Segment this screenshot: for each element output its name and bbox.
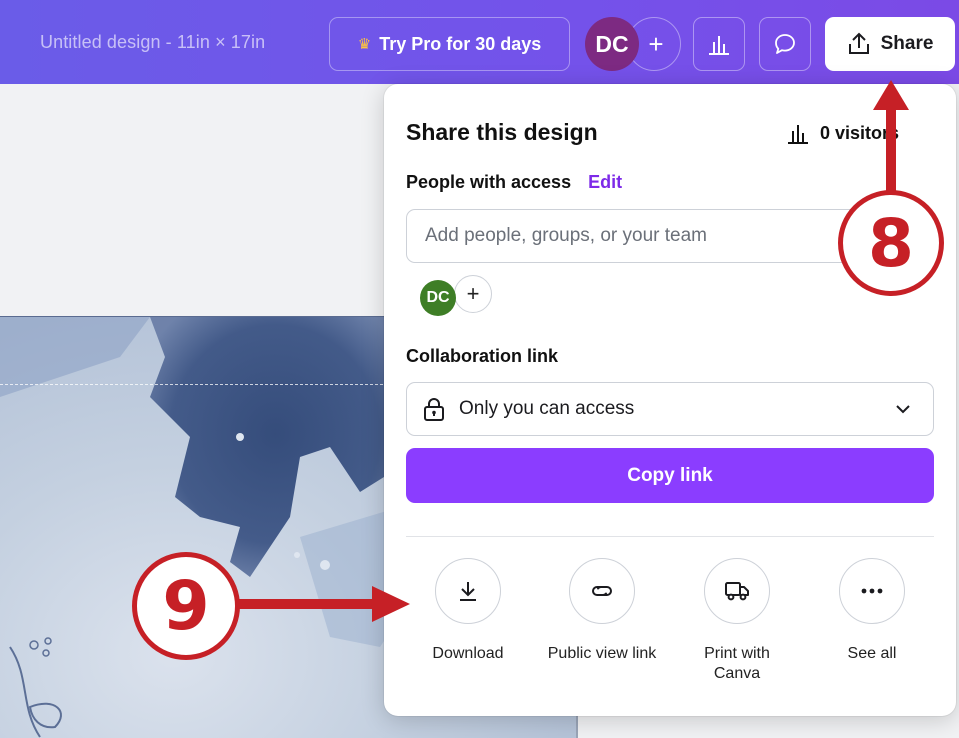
link-icon (592, 586, 612, 596)
visitors-count[interactable]: 0 visitors (786, 122, 899, 144)
public-view-link-option[interactable]: Public view link (532, 558, 672, 664)
public-view-link-button[interactable] (569, 558, 635, 624)
print-with-canva-label: Print with Canva (704, 645, 770, 682)
chevron-down-icon (896, 405, 910, 414)
more-icon (861, 588, 883, 594)
step-9-marker: 9 (132, 552, 240, 660)
add-people-input[interactable]: Add people, groups, or your team (406, 209, 906, 263)
lock-icon (424, 398, 444, 421)
see-all-label: See all (847, 645, 897, 662)
insights-icon (709, 36, 729, 55)
access-level-value: Only you can access (459, 398, 635, 419)
user-avatar[interactable]: DC (585, 17, 639, 71)
insights-icon (788, 125, 808, 144)
editor-topbar: Untitled design - 11in × 17in ♛ Try Pro … (0, 0, 959, 84)
download-option[interactable]: Download (398, 558, 538, 664)
see-all-option[interactable]: See all (802, 558, 942, 664)
share-button[interactable]: Share (825, 17, 955, 71)
divider (406, 536, 934, 537)
access-level-dropdown[interactable]: Only you can access (406, 382, 934, 436)
download-button[interactable] (435, 558, 501, 624)
visitors-label: 0 visitors (820, 122, 900, 143)
truck-icon (725, 582, 749, 601)
panel-title: Share this design (406, 119, 598, 145)
upload-icon (848, 32, 869, 54)
download-label: Download (432, 645, 504, 662)
comments-button[interactable] (759, 17, 811, 71)
member-avatar[interactable]: DC (420, 280, 456, 316)
crown-icon: ♛ (357, 36, 372, 53)
insights-button[interactable] (693, 17, 745, 71)
see-all-button[interactable] (839, 558, 905, 624)
document-title[interactable]: Untitled design - 11in × 17in (40, 32, 265, 53)
copy-link-button[interactable]: Copy link (406, 448, 934, 503)
share-label: Share (880, 33, 934, 54)
add-collaborator-symbol: + (648, 28, 664, 59)
try-pro-label: Try Pro for 30 days (379, 33, 542, 54)
step-8-marker: 8 (838, 190, 944, 296)
add-member-button[interactable]: + (454, 275, 492, 313)
print-with-canva-option[interactable]: Print with Canva (667, 558, 807, 684)
collaboration-link-label: Collaboration link (406, 346, 559, 366)
people-access-heading: People with access Edit (406, 172, 622, 193)
print-with-canva-button[interactable] (704, 558, 770, 624)
comment-icon (775, 34, 795, 54)
edit-access-link[interactable]: Edit (588, 172, 622, 192)
share-panel: Share this design 0 visitors People with… (384, 84, 956, 716)
public-view-link-label: Public view link (547, 645, 657, 662)
people-access-label: People with access (406, 172, 572, 192)
download-icon (460, 582, 476, 601)
try-pro-button[interactable]: ♛ Try Pro for 30 days (329, 17, 570, 71)
